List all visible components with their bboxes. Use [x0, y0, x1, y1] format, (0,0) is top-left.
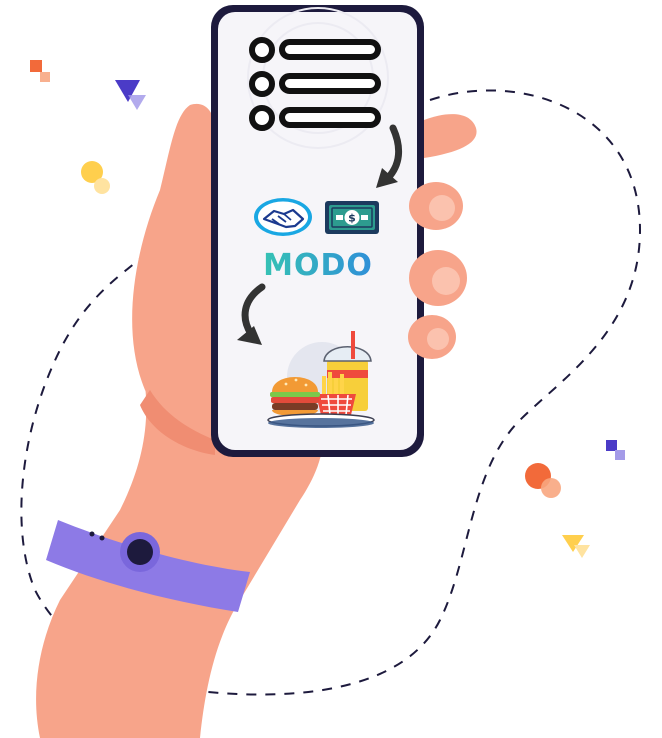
- triangle-purple-icon: [115, 80, 146, 110]
- illustration-canvas: $ MODO: [20, 5, 642, 738]
- illustration: $ MODO: [0, 0, 662, 738]
- dot-orange-icon: [525, 463, 561, 498]
- svg-text:$: $: [348, 212, 356, 225]
- confetti-right-purple: [606, 440, 625, 460]
- triangle-yellow-icon: [562, 535, 590, 558]
- confetti-top-left: [30, 60, 50, 82]
- modo-logo: MODO: [263, 248, 373, 283]
- list-icon: [249, 37, 381, 131]
- palm: [132, 103, 215, 440]
- dollar-bill-icon: $: [325, 201, 379, 234]
- wristband-button-icon: [127, 539, 153, 565]
- handshake-icon: [254, 198, 312, 236]
- dot-yellow-icon: [81, 161, 110, 194]
